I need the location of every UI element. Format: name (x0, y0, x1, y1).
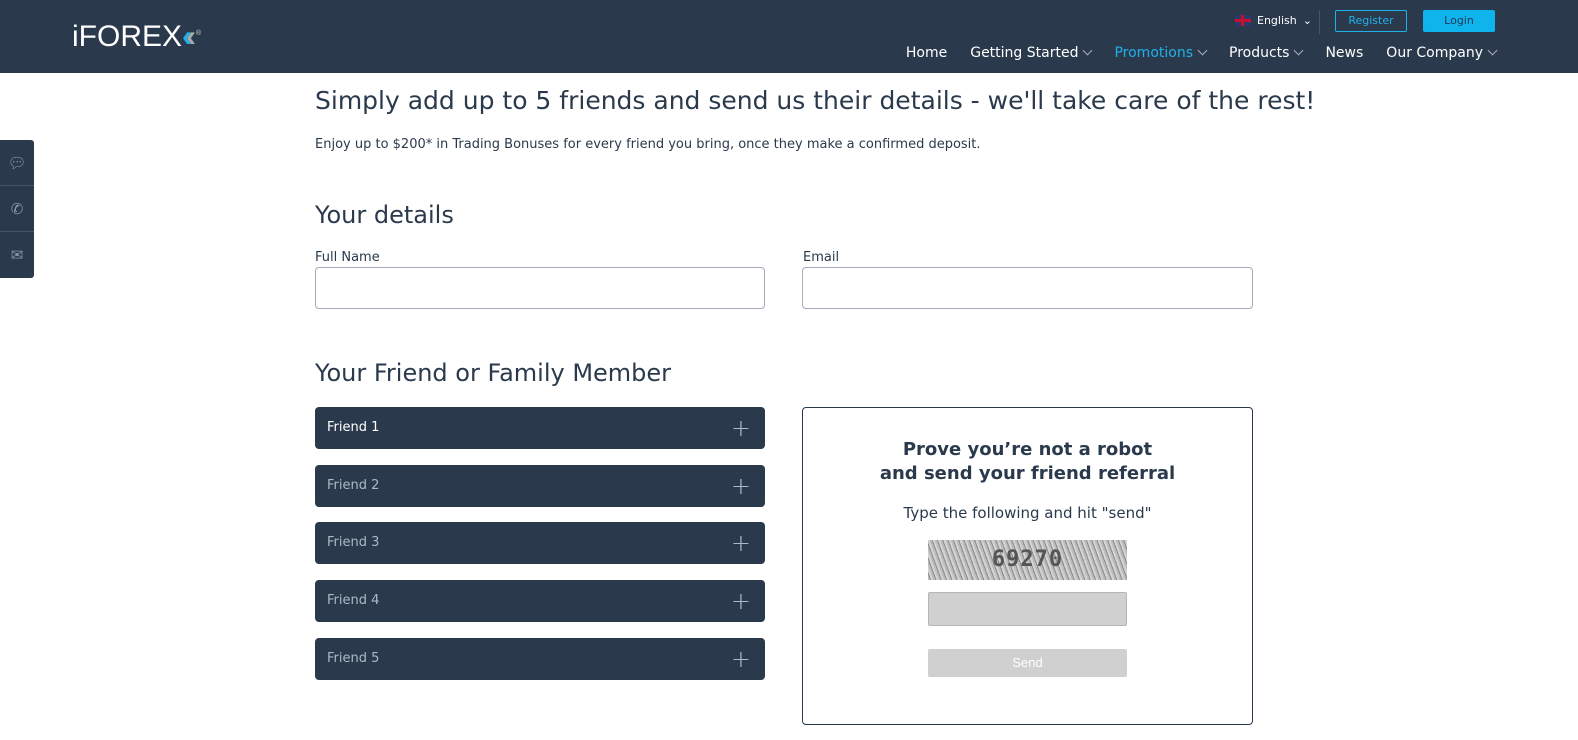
friend-label: Friend 5 (327, 651, 380, 666)
plus-icon: + (730, 472, 751, 500)
captcha-instruction: Type the following and hit "send" (903, 504, 1152, 522)
friend-5-accordion[interactable]: Friend 5 + (315, 638, 765, 680)
page-title: Simply add up to 5 friends and send us t… (315, 86, 1316, 115)
friend-4-accordion[interactable]: Friend 4 + (315, 580, 765, 622)
nav-getting-started[interactable]: Getting Started (970, 45, 1091, 61)
plus-icon: + (730, 645, 751, 673)
plus-icon: + (730, 529, 751, 557)
page-subtitle: Enjoy up to $200* in Trading Bonuses for… (315, 137, 981, 152)
email-label: Email (803, 250, 840, 265)
divider (1319, 10, 1320, 34)
chevron-down-icon: ⌄ (1302, 14, 1312, 27)
send-button[interactable]: Send (928, 649, 1127, 677)
iforex-logo[interactable]: iFOREX‹‹® (72, 20, 201, 54)
friends-heading: Your Friend or Family Member (315, 359, 672, 387)
captcha-image: 69270 (928, 540, 1127, 580)
captcha-title-line1: Prove you’re not a robot (902, 439, 1153, 460)
friend-2-accordion[interactable]: Friend 2 + (315, 465, 765, 507)
friend-label: Friend 1 (327, 420, 380, 435)
captcha-panel: Prove you’re not a robot and send your fr… (802, 407, 1253, 725)
nav-our-company[interactable]: Our Company (1386, 45, 1496, 61)
details-heading: Your details (315, 201, 454, 229)
captcha-input[interactable] (928, 592, 1127, 626)
friend-3-accordion[interactable]: Friend 3 + (315, 522, 765, 564)
plus-icon: + (730, 414, 751, 442)
full-name-label: Full Name (315, 250, 380, 265)
uk-flag-icon (1235, 15, 1251, 26)
login-button[interactable]: Login (1423, 10, 1495, 32)
plus-icon: + (730, 587, 751, 615)
nav-products[interactable]: Products (1229, 45, 1302, 61)
friend-1-accordion[interactable]: Friend 1 + (315, 407, 765, 449)
captcha-title: Prove you’re not a robot and send your fr… (803, 438, 1252, 486)
top-header: iFOREX‹‹® English ⌄ Register Login Home G… (0, 0, 1578, 73)
logo-text: iFOREX (72, 20, 183, 53)
chat-icon[interactable]: 💬︎ (0, 140, 34, 186)
language-label: English (1257, 14, 1297, 27)
friend-label: Friend 4 (327, 593, 380, 608)
nav-news[interactable]: News (1325, 45, 1363, 61)
logo-chevron-icon: ‹ (186, 20, 197, 53)
side-contact-bar: 💬︎ ✆ ✉ (0, 140, 34, 278)
register-button[interactable]: Register (1335, 10, 1407, 32)
phone-icon[interactable]: ✆ (0, 186, 34, 232)
friend-label: Friend 2 (327, 478, 380, 493)
nav-home[interactable]: Home (906, 45, 947, 61)
mail-icon[interactable]: ✉ (0, 232, 34, 278)
main-nav: Home Getting Started Promotions Products… (906, 45, 1496, 61)
friend-label: Friend 3 (327, 535, 380, 550)
full-name-input[interactable] (315, 267, 765, 309)
nav-promotions[interactable]: Promotions (1114, 45, 1206, 61)
email-input[interactable] (802, 267, 1253, 309)
captcha-title-line2: and send your friend referral (879, 463, 1176, 484)
language-selector[interactable]: English ⌄ (1235, 14, 1312, 27)
